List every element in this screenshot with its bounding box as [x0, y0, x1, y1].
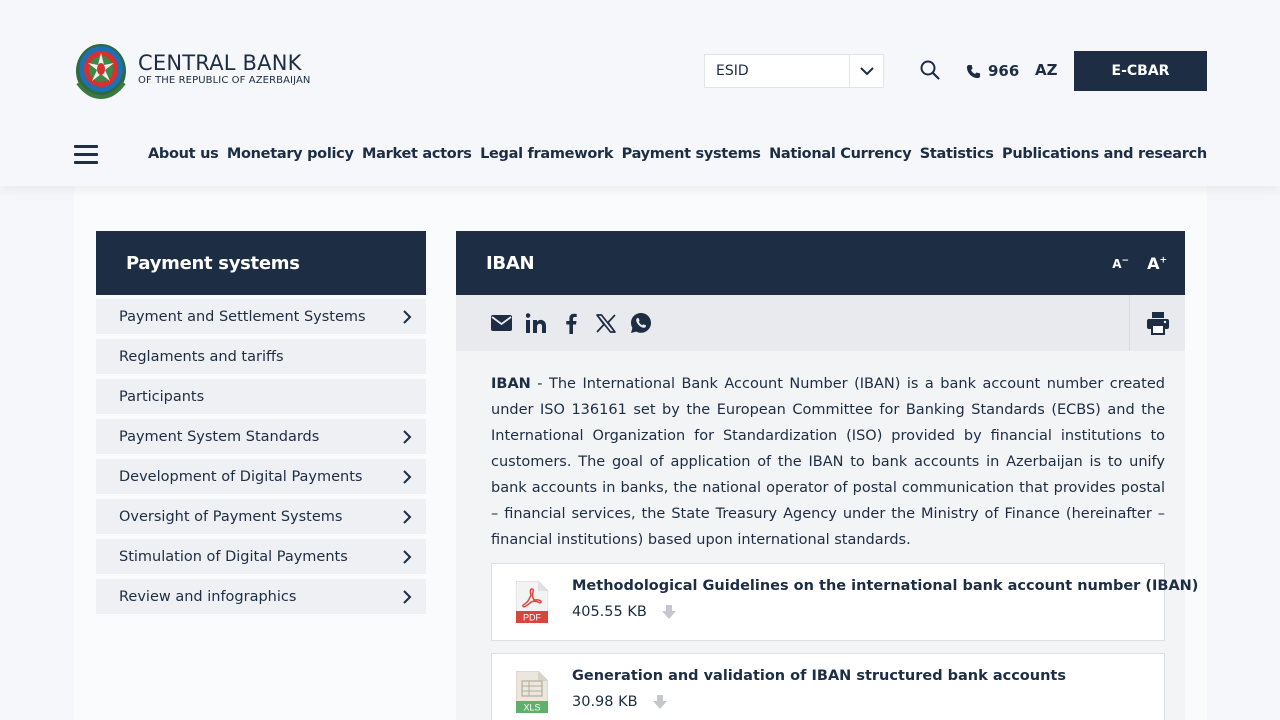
- file-size: 405.55 KB: [572, 604, 647, 620]
- x-twitter-icon[interactable]: [595, 312, 617, 334]
- facebook-icon[interactable]: [560, 312, 582, 334]
- sidebar-item-payment-settlement[interactable]: Payment and Settlement Systems: [96, 299, 426, 334]
- nav-about-us[interactable]: About us: [148, 146, 219, 162]
- phone-icon: [966, 64, 981, 78]
- logo-title: CENTRAL BANK: [138, 51, 302, 75]
- nav-legal-framework[interactable]: Legal framework: [480, 146, 613, 162]
- download-icon[interactable]: [661, 604, 677, 620]
- file-size-row: 30.98 KB: [572, 694, 668, 710]
- font-increase-button[interactable]: A+: [1147, 254, 1167, 273]
- sidebar-item-stimulation[interactable]: Stimulation of Digital Payments: [96, 539, 426, 574]
- phone-number: 966: [988, 62, 1020, 80]
- sidebar-menu: Payment and Settlement Systems Reglament…: [96, 299, 426, 619]
- nav-statistics[interactable]: Statistics: [920, 146, 994, 162]
- sidebar-item-label: Review and infographics: [119, 588, 297, 605]
- sidebar-item-label: Participants: [119, 388, 205, 405]
- sidebar-item-label: Reglaments and tariffs: [119, 348, 284, 365]
- main-nav: About us Monetary policy Market actors L…: [148, 146, 1207, 162]
- esid-select[interactable]: ESID: [704, 54, 884, 88]
- file-name[interactable]: Generation and validation of IBAN struct…: [572, 668, 1066, 684]
- logo-subtitle: OF THE REPUBLIC OF AZERBAIJAN: [138, 75, 311, 86]
- svg-text:PDF: PDF: [523, 613, 542, 623]
- svg-text:XLS: XLS: [523, 703, 540, 713]
- sidebar-item-review[interactable]: Review and infographics: [96, 579, 426, 614]
- sidebar-item-label: Oversight of Payment Systems: [119, 508, 343, 525]
- bank-seal-icon: [74, 39, 128, 100]
- esid-label: ESID: [716, 63, 749, 79]
- iban-description: IBAN - The International Bank Account Nu…: [491, 371, 1165, 553]
- ecbar-button[interactable]: E-CBAR: [1074, 51, 1207, 91]
- file-card-pdf[interactable]: PDF Methodological Guidelines on the int…: [491, 563, 1198, 641]
- chevron-right-icon: [403, 509, 412, 524]
- sidebar-item-participants[interactable]: Participants: [96, 379, 426, 414]
- chevron-right-icon: [403, 309, 412, 324]
- search-icon[interactable]: [920, 60, 942, 82]
- sidebar-item-label: Development of Digital Payments: [119, 468, 363, 485]
- nav-payment-systems[interactable]: Payment systems: [622, 146, 761, 162]
- file-card-xls[interactable]: XLS Generation and validation of IBAN st…: [491, 653, 1165, 720]
- print-icon[interactable]: [1129, 295, 1185, 351]
- chevron-down-icon[interactable]: [849, 55, 883, 87]
- sidebar-title: Payment systems: [96, 231, 426, 295]
- page-title: IBAN: [486, 252, 535, 274]
- share-bar: [456, 295, 1185, 351]
- nav-national-currency[interactable]: National Currency: [769, 146, 912, 162]
- download-icon[interactable]: [652, 694, 668, 710]
- bank-logo[interactable]: CENTRAL BANK OF THE REPUBLIC OF AZERBAIJ…: [74, 39, 311, 100]
- sidebar-item-label: Payment and Settlement Systems: [119, 308, 366, 325]
- sidebar-item-digital-development[interactable]: Development of Digital Payments: [96, 459, 426, 494]
- site-header: CENTRAL BANK OF THE REPUBLIC OF AZERBAIJ…: [0, 0, 1280, 186]
- sidebar-item-oversight[interactable]: Oversight of Payment Systems: [96, 499, 426, 534]
- chevron-right-icon: [403, 429, 412, 444]
- hotline-phone[interactable]: 966: [966, 60, 1019, 82]
- sidebar-item-reglaments[interactable]: Reglaments and tariffs: [96, 339, 426, 374]
- chevron-right-icon: [403, 469, 412, 484]
- iban-term: IBAN: [491, 376, 531, 392]
- language-switch[interactable]: AZ: [1035, 61, 1058, 79]
- linkedin-icon[interactable]: [525, 312, 547, 334]
- xls-file-icon: XLS: [515, 670, 549, 714]
- nav-market-actors[interactable]: Market actors: [362, 146, 472, 162]
- iban-text: - The International Bank Account Number …: [491, 376, 1165, 548]
- file-size: 30.98 KB: [572, 694, 638, 710]
- pdf-file-icon: PDF: [515, 580, 549, 624]
- sidebar-item-label: Stimulation of Digital Payments: [119, 548, 348, 565]
- sidebar-item-label: Payment System Standards: [119, 428, 320, 445]
- chevron-right-icon: [403, 589, 412, 604]
- nav-monetary-policy[interactable]: Monetary policy: [227, 146, 354, 162]
- nav-publications[interactable]: Publications and research: [1002, 146, 1207, 162]
- whatsapp-icon[interactable]: [630, 312, 652, 334]
- menu-icon[interactable]: [74, 145, 98, 165]
- file-size-row: 405.55 KB: [572, 604, 677, 620]
- email-icon[interactable]: [490, 312, 512, 334]
- font-decrease-button[interactable]: A−: [1112, 256, 1129, 271]
- chevron-right-icon: [403, 549, 412, 564]
- page-header: IBAN A− A+: [456, 231, 1185, 295]
- file-name[interactable]: Methodological Guidelines on the interna…: [572, 578, 1198, 594]
- sidebar-item-standards[interactable]: Payment System Standards: [96, 419, 426, 454]
